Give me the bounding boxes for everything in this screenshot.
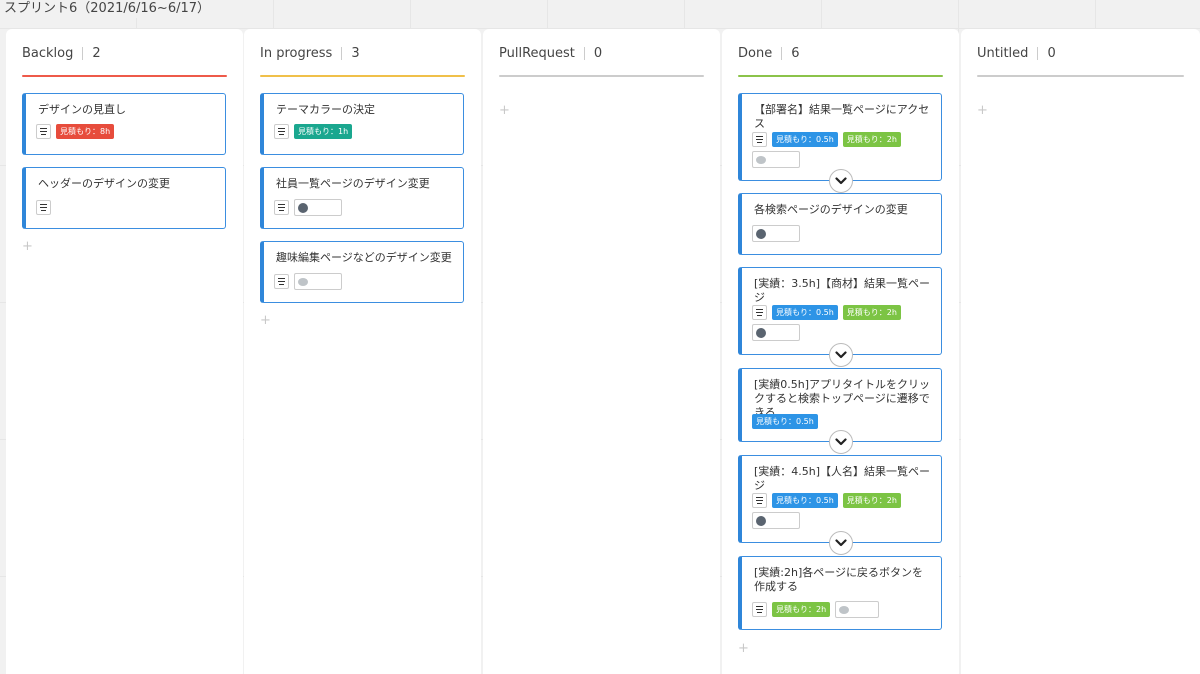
column-in-progress: In progress 3 テーマカラーの決定 見積もり：1h 社員一覧ページの… [244,29,481,674]
divider [781,46,783,60]
expand-button[interactable] [828,169,853,193]
column-header[interactable]: In progress 3 [260,29,465,77]
estimate-tag: 見積もり：0.5h [772,132,838,147]
column-name: PullRequest [499,45,575,61]
card-title: デザインの見直し [38,103,126,116]
column-count: 2 [92,45,101,61]
column-untitled: Untitled 0 + [961,29,1200,674]
avatar-icon [756,228,766,239]
member-selector[interactable] [294,273,342,290]
expand-button[interactable] [828,343,853,367]
column-name: Done [738,45,773,61]
column-color-bar [499,75,704,77]
column-header[interactable]: Untitled 0 [977,29,1184,77]
notes-icon[interactable] [752,305,767,320]
divider [1037,46,1039,60]
estimate-tag: 見積もり：2h [842,493,901,508]
avatar-icon [298,277,308,286]
column-name: In progress [260,45,333,61]
column-color-bar [738,75,943,77]
task-card[interactable]: [実績：3.5h]【商材】結果一覧ページ 見積もり：0.5h 見積もり：2h [738,267,942,367]
member-selector[interactable] [294,199,342,216]
card-title: ヘッダーのデザインの変更 [38,177,170,190]
column-color-bar [260,75,465,77]
avatar-icon [756,515,766,526]
estimate-tag: 見積もり：0.5h [772,493,838,508]
estimate-tag: 見積もり：0.5h [772,305,838,320]
task-card[interactable]: 【部署名】結果一覧ページにアクセス 見積もり：0.5h 見積もり：2h [738,93,942,193]
task-card[interactable]: デザインの見直し 見積もり：8h [22,93,226,155]
member-selector[interactable] [752,151,800,168]
column-backlog: Backlog 2 デザインの見直し 見積もり：8h ヘッダーのデザインの変更 … [6,29,243,674]
notes-icon[interactable] [274,274,289,289]
estimate-tag: 見積もり：0.5h [752,414,818,429]
task-card[interactable]: 社員一覧ページのデザイン変更 [260,167,464,229]
notes-icon[interactable] [274,124,289,139]
column-count: 0 [593,45,603,61]
add-card-button[interactable]: + [977,103,988,118]
notes-icon[interactable] [36,124,51,139]
member-selector[interactable] [752,225,800,242]
column-pullrequest: PullRequest 0 + [483,29,720,674]
card-title: 趣味編集ページなどのデザイン変更 [276,251,452,264]
add-card-button[interactable]: + [499,103,510,118]
estimate-tag: 見積もり：2h [842,132,901,147]
column-count: 6 [791,45,800,61]
chevron-down-icon [834,539,847,547]
avatar-icon [756,327,766,338]
card-title: 各検索ページのデザインの変更 [754,203,908,216]
avatar-icon [298,202,308,213]
card-title: [実績：3.5h]【商材】結果一覧ページ [754,277,931,304]
column-count: 3 [351,45,360,61]
divider [82,46,84,60]
notes-icon[interactable] [274,200,289,215]
kanban-board: Backlog 2 デザインの見直し 見積もり：8h ヘッダーのデザインの変更 … [6,29,1200,674]
member-selector[interactable] [752,512,800,529]
sprint-title: スプリント6（2021/6/16~6/17） [4,0,217,18]
column-done: Done 6 【部署名】結果一覧ページにアクセス 見積もり：0.5h 見積もり：… [722,29,959,674]
add-card-button[interactable]: + [738,641,749,656]
estimate-tag: 見積もり：2h [842,305,901,320]
column-header[interactable]: Backlog 2 [22,29,227,77]
divider [341,46,343,60]
avatar-icon [839,605,850,614]
card-title: [実績:2h]各ページに戻るボタンを作成する [754,566,924,593]
column-header[interactable]: Done 6 [738,29,943,77]
notes-icon[interactable] [752,493,767,508]
column-name: Untitled [977,45,1029,61]
task-card[interactable]: 趣味編集ページなどのデザイン変更 [260,241,464,303]
card-title: テーマカラーの決定 [276,103,375,116]
notes-icon[interactable] [752,132,767,147]
estimate-tag: 見積もり：8h [56,124,115,139]
estimate-tag: 見積もり：2h [772,602,831,617]
task-card[interactable]: ヘッダーのデザインの変更 [22,167,226,229]
notes-icon[interactable] [752,602,767,617]
card-title: 社員一覧ページのデザイン変更 [276,177,430,190]
chevron-down-icon [834,177,847,185]
chevron-down-icon [834,438,847,446]
card-title: 【部署名】結果一覧ページにアクセス [754,103,930,130]
column-color-bar [977,75,1184,77]
expand-button[interactable] [828,531,853,555]
task-card[interactable]: 各検索ページのデザインの変更 [738,193,942,255]
column-count: 0 [1047,45,1056,61]
card-title: [実績：4.5h]【人名】結果一覧ページ [754,465,931,492]
estimate-tag: 見積もり：1h [294,124,353,139]
avatar-icon [756,155,766,164]
column-color-bar [22,75,227,77]
column-name: Backlog [22,45,74,61]
member-selector[interactable] [752,324,800,341]
add-card-button[interactable]: + [22,239,33,254]
column-header[interactable]: PullRequest 0 [499,29,704,77]
task-card[interactable]: [実績：4.5h]【人名】結果一覧ページ 見積もり：0.5h 見積もり：2h [738,455,942,555]
task-card[interactable]: テーマカラーの決定 見積もり：1h [260,93,464,155]
divider [583,46,585,60]
add-card-button[interactable]: + [260,313,271,328]
task-card[interactable]: [実績0.5h]アプリタイトルをクリックすると検索トップページに遷移できる 見積… [738,368,942,454]
expand-button[interactable] [828,430,853,454]
member-selector[interactable] [835,601,880,618]
task-card[interactable]: [実績:2h]各ページに戻るボタンを作成する 見積もり：2h [738,556,942,630]
chevron-down-icon [834,351,847,359]
notes-icon[interactable] [36,200,51,215]
